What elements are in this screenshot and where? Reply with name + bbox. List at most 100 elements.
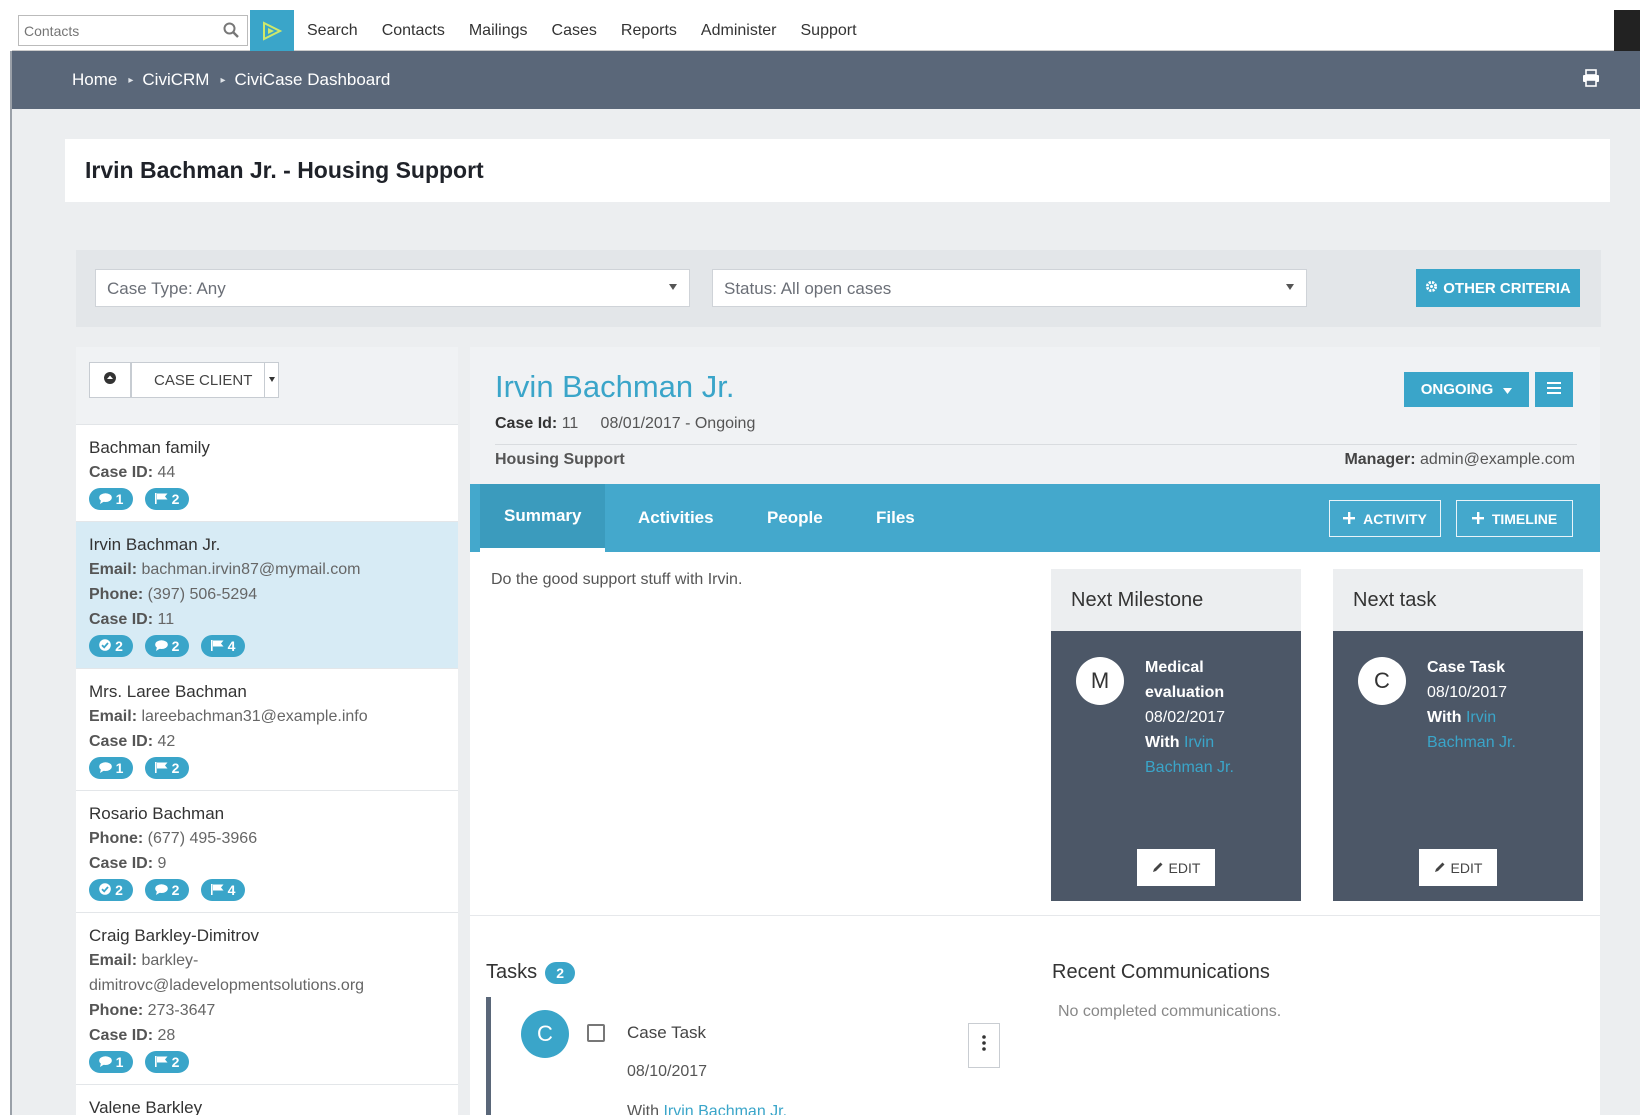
breadcrumb-civicase-dashboard[interactable]: CiviCase Dashboard bbox=[234, 70, 390, 90]
case-badge[interactable]: 4 bbox=[201, 635, 245, 657]
case-field-value: 273-3647 bbox=[147, 1002, 216, 1019]
case-manager: Manager: admin@example.com bbox=[1344, 451, 1575, 469]
case-field-label: Email: bbox=[89, 952, 138, 969]
edit-task-label: EDIT bbox=[1450, 859, 1483, 876]
edit-task-button[interactable]: EDIT bbox=[1419, 849, 1497, 886]
case-actions-menu-button[interactable] bbox=[1535, 372, 1573, 407]
edit-milestone-button[interactable]: EDIT bbox=[1137, 849, 1215, 886]
menu-mailings[interactable]: Mailings bbox=[469, 22, 528, 40]
tab-people[interactable]: People bbox=[767, 484, 823, 552]
case-client-name: Irvin Bachman Jr. bbox=[89, 535, 221, 554]
comment-icon bbox=[98, 1050, 112, 1075]
case-badge[interactable]: 2 bbox=[145, 757, 189, 779]
case-badge[interactable]: 1 bbox=[89, 1051, 133, 1073]
case-badge[interactable]: 2 bbox=[89, 879, 133, 901]
case-badge[interactable]: 4 bbox=[201, 879, 245, 901]
plus-icon bbox=[1343, 511, 1356, 527]
pencil-icon bbox=[1434, 860, 1446, 876]
task-name[interactable]: Case Task bbox=[627, 1023, 706, 1043]
case-field-label: Phone: bbox=[89, 830, 144, 847]
task-more-button[interactable] bbox=[968, 1023, 1000, 1068]
status-select-value: Status: All open cases bbox=[724, 279, 892, 298]
add-activity-button[interactable]: ACTIVITY bbox=[1329, 500, 1441, 537]
task-complete-checkbox[interactable] bbox=[587, 1024, 605, 1042]
badge-count: 2 bbox=[115, 637, 123, 654]
breadcrumb-civicrm[interactable]: CiviCRM bbox=[142, 70, 209, 90]
case-list-item[interactable]: Rosario Bachman Phone: (677) 495-3966 Case… bbox=[76, 791, 458, 913]
case-badge[interactable]: 2 bbox=[145, 1051, 189, 1073]
case-badge[interactable]: 1 bbox=[89, 757, 133, 779]
breadcrumb-bar: Home ▸ CiviCRM ▸ CiviCase Dashboard bbox=[12, 51, 1640, 109]
case-list-item[interactable]: Valene Barkley bbox=[76, 1085, 458, 1115]
case-client-name: Craig Barkley-Dimitrov bbox=[89, 926, 260, 945]
case-type-label: Housing Support bbox=[495, 451, 625, 468]
next-task-date: 08/10/2017 bbox=[1427, 684, 1508, 701]
other-criteria-button[interactable]: OTHER CRITERIA bbox=[1416, 269, 1580, 307]
comment-icon bbox=[154, 878, 168, 903]
case-field: Phone: 273-3647 bbox=[89, 998, 445, 1023]
task-timeline-bar bbox=[486, 997, 491, 1115]
task-card-avatar: C bbox=[1358, 657, 1406, 705]
case-badge[interactable]: 2 bbox=[145, 879, 189, 901]
sort-direction-button[interactable] bbox=[89, 362, 131, 398]
case-badge[interactable]: 1 bbox=[89, 488, 133, 510]
case-field: Case ID: 44 bbox=[89, 460, 445, 485]
flag-icon bbox=[154, 756, 168, 781]
tab-activities[interactable]: Activities bbox=[638, 484, 714, 552]
recent-communications-empty: No completed communications. bbox=[1058, 1003, 1282, 1020]
case-field: Phone: (677) 495-3966 bbox=[89, 826, 445, 851]
sort-field-select[interactable]: CASE CLIENT bbox=[131, 362, 279, 398]
sort-circle-icon bbox=[103, 371, 117, 390]
menu-contacts[interactable]: Contacts bbox=[382, 22, 445, 40]
case-field-value: (677) 495-3966 bbox=[147, 830, 258, 847]
status-select[interactable]: Status: All open cases bbox=[712, 269, 1307, 307]
add-timeline-button[interactable]: TIMELINE bbox=[1456, 500, 1573, 537]
case-field-label: Case ID: bbox=[89, 1027, 154, 1044]
case-type-select[interactable]: Case Type: Any bbox=[95, 269, 690, 307]
milestone-date: 08/02/2017 bbox=[1145, 709, 1226, 726]
case-badge[interactable]: 2 bbox=[145, 488, 189, 510]
badge-count: 1 bbox=[115, 1053, 124, 1070]
case-status-dropdown[interactable]: ONGOING bbox=[1404, 372, 1529, 407]
case-list-item[interactable]: Irvin Bachman Jr. Email: bachman.irvin87@… bbox=[76, 522, 458, 669]
task-with-contact-link[interactable]: Irvin Bachman Jr. bbox=[663, 1103, 787, 1115]
gear-icon bbox=[1425, 280, 1438, 297]
page-title: Irvin Bachman Jr. - Housing Support bbox=[85, 157, 484, 183]
case-field: Case ID: 11 bbox=[89, 607, 445, 632]
client-name-link[interactable]: Irvin Bachman Jr. bbox=[495, 369, 734, 405]
case-field-value: 9 bbox=[157, 855, 167, 872]
menu-cases[interactable]: Cases bbox=[552, 22, 597, 40]
milestone-info: Medical evaluation 08/02/2017 With Irvin… bbox=[1145, 655, 1285, 780]
menu-search[interactable]: Search bbox=[307, 22, 358, 40]
case-field-value: 44 bbox=[157, 464, 176, 481]
case-badges: 12 bbox=[89, 488, 445, 510]
tab-summary[interactable]: Summary bbox=[480, 484, 606, 552]
case-list-item[interactable]: Craig Barkley-Dimitrov Email: barkley-dim… bbox=[76, 913, 458, 1085]
search-icon[interactable] bbox=[223, 22, 239, 43]
case-list-item[interactable]: Mrs. Laree Bachman Email: lareebachman31@… bbox=[76, 669, 458, 791]
badge-count: 2 bbox=[171, 490, 180, 507]
menu-support[interactable]: Support bbox=[801, 22, 857, 40]
case-field: Phone: (397) 506-5294 bbox=[89, 582, 445, 607]
quicksearch-input[interactable] bbox=[19, 16, 209, 45]
menu-reports[interactable]: Reports bbox=[621, 22, 677, 40]
case-list-item[interactable]: Bachman family Case ID: 44 1 2 bbox=[76, 425, 458, 522]
case-field-label: Email: bbox=[89, 708, 138, 725]
breadcrumb-home[interactable]: Home bbox=[72, 70, 117, 90]
hamburger-icon bbox=[1547, 381, 1561, 399]
add-timeline-label: TIMELINE bbox=[1491, 510, 1558, 527]
badge-count: 1 bbox=[115, 759, 124, 776]
civicrm-logo-icon[interactable] bbox=[250, 10, 294, 51]
quicksearch-box[interactable] bbox=[18, 15, 248, 46]
pencil-icon bbox=[1152, 860, 1164, 876]
manager-label: Manager: bbox=[1344, 451, 1416, 468]
menu-administer[interactable]: Administer bbox=[701, 22, 777, 40]
manager-value: admin@example.com bbox=[1420, 451, 1575, 468]
case-client-name: Bachman family bbox=[89, 438, 210, 457]
task-with-label: With bbox=[627, 1103, 659, 1115]
case-badge[interactable]: 2 bbox=[145, 635, 189, 657]
case-field-value: lareebachman31@example.info bbox=[141, 708, 368, 725]
print-icon[interactable] bbox=[1582, 69, 1600, 92]
tab-files[interactable]: Files bbox=[876, 484, 915, 552]
case-badge[interactable]: 2 bbox=[89, 635, 133, 657]
